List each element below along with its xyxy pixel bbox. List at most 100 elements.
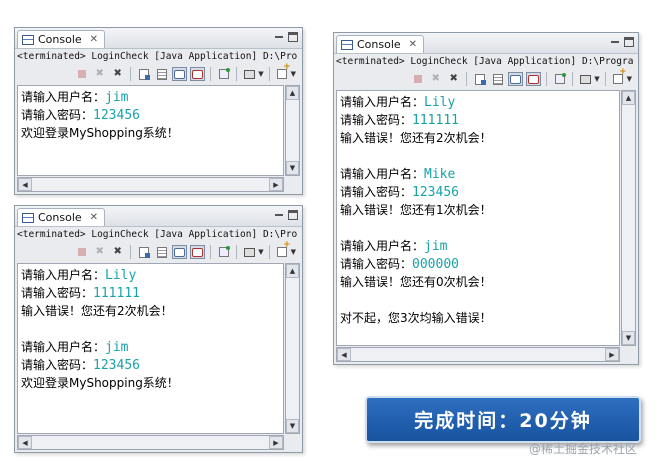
console-prompt-text: 请输入密码：: [340, 257, 413, 271]
clear-icon: [472, 72, 487, 86]
new-console-button[interactable]: [275, 241, 291, 259]
stop-button[interactable]: [74, 245, 89, 259]
console-prompt-text: 请输入用户名：: [340, 167, 425, 181]
console-line: 请输入密码：123456: [340, 183, 616, 201]
close-icon[interactable]: ✕: [90, 34, 98, 45]
toolbar-separator: [268, 67, 270, 81]
new-console-button[interactable]: [275, 63, 291, 81]
stop-button[interactable]: [410, 72, 425, 86]
scroll-lock-icon: [154, 67, 169, 81]
console-icon: [22, 34, 34, 45]
remove-all-button[interactable]: ✖: [110, 245, 125, 259]
console-prompt-text: 输入错误！您还有0次机会！: [340, 275, 492, 289]
dropdown-arrow-icon[interactable]: ▼: [291, 70, 296, 78]
show-out-button[interactable]: [172, 245, 188, 259]
console-panel: Console ✕ <terminated> LoginCheck [Java Ap…: [14, 205, 303, 453]
show-err-icon: [191, 246, 204, 258]
vertical-scrollbar[interactable]: ▲ ▼: [285, 263, 300, 434]
pin-button[interactable]: [216, 67, 231, 81]
console-line: 请输入用户名：Lily: [21, 266, 280, 284]
tab-console[interactable]: Console ✕: [17, 208, 106, 226]
minimize-button[interactable]: [274, 210, 284, 220]
console-input-value: jim: [105, 340, 129, 355]
clear-button[interactable]: [136, 245, 151, 259]
display-button[interactable]: [578, 72, 593, 86]
dropdown-arrow-icon[interactable]: ▼: [627, 75, 632, 83]
scroll-lock-button[interactable]: [154, 67, 169, 81]
console-line: 请输入用户名：jim: [21, 338, 280, 356]
console-prompt-text: 输入错误！您还有1次机会！: [340, 203, 492, 217]
toolbar-separator: [236, 245, 238, 259]
vertical-scrollbar[interactable]: ▲ ▼: [621, 90, 636, 346]
scroll-down-arrow[interactable]: ▼: [622, 331, 635, 345]
scroll-lock-button[interactable]: [490, 72, 505, 86]
show-out-button[interactable]: [172, 67, 188, 81]
console-output: 请输入用户名：Lily 请输入密码：111111 输入错误！您还有2次机会！ 请输入用…: [336, 90, 620, 346]
toolbar-separator: [210, 67, 212, 81]
console-status-line: <terminated> LoginCheck [Java Applicatio…: [17, 51, 298, 62]
scroll-down-arrow[interactable]: ▼: [286, 419, 299, 433]
tab-console[interactable]: Console ✕: [336, 35, 425, 53]
console-status-line: <terminated> LoginCheck [Java Applicatio…: [17, 229, 298, 240]
console-line: 欢迎登录MyShopping系统！: [21, 374, 280, 392]
scroll-lock-button[interactable]: [154, 245, 169, 259]
scroll-left-arrow[interactable]: ◀: [18, 178, 32, 191]
minimize-button[interactable]: [274, 32, 284, 42]
show-out-icon: [173, 246, 186, 258]
clear-button[interactable]: [472, 72, 487, 86]
console-line: 输入错误！您还有0次机会！: [340, 273, 616, 291]
stop-icon: [74, 245, 89, 259]
horizontal-scrollbar[interactable]: ◀ ▶: [336, 347, 620, 362]
console-prompt-text: 输入错误！您还有2次机会！: [21, 304, 173, 318]
remove-all-button[interactable]: ✖: [110, 67, 125, 81]
display-button[interactable]: [242, 245, 257, 259]
maximize-button[interactable]: [288, 32, 298, 42]
remove-all-button[interactable]: ✖: [446, 72, 461, 86]
remove-button[interactable]: ✖: [92, 67, 107, 81]
show-err-icon: [527, 73, 540, 85]
scroll-down-arrow[interactable]: ▼: [286, 161, 299, 175]
show-err-button[interactable]: [526, 72, 542, 86]
tab-console[interactable]: Console ✕: [17, 30, 106, 48]
console-input-value: 111111: [412, 113, 459, 128]
toolbar-separator: [268, 245, 270, 259]
show-err-button[interactable]: [190, 245, 206, 259]
scroll-right-arrow[interactable]: ▶: [269, 436, 283, 449]
close-icon[interactable]: ✕: [90, 212, 98, 223]
vertical-scrollbar[interactable]: ▲ ▼: [285, 85, 300, 176]
console-icon: [22, 212, 34, 223]
scroll-up-arrow[interactable]: ▲: [286, 264, 299, 278]
dropdown-arrow-icon[interactable]: ▼: [258, 70, 263, 78]
clear-button[interactable]: [136, 67, 151, 81]
horizontal-scrollbar[interactable]: ◀ ▶: [17, 177, 284, 192]
dropdown-arrow-icon[interactable]: ▼: [594, 75, 599, 83]
pin-button[interactable]: [552, 72, 567, 86]
maximize-button[interactable]: [624, 37, 634, 47]
scroll-up-arrow[interactable]: ▲: [286, 86, 299, 100]
maximize-button[interactable]: [288, 210, 298, 220]
stop-button[interactable]: [74, 67, 89, 81]
console-prompt-text: 请输入密码：: [340, 113, 413, 127]
clear-icon: [136, 245, 151, 259]
remove-all-icon: [110, 245, 125, 259]
close-icon[interactable]: ✕: [409, 39, 417, 50]
scroll-up-arrow[interactable]: ▲: [622, 91, 635, 105]
dropdown-arrow-icon[interactable]: ▼: [258, 248, 263, 256]
show-err-button[interactable]: [190, 67, 206, 81]
scroll-left-arrow[interactable]: ◀: [337, 348, 351, 361]
display-button[interactable]: [242, 67, 257, 81]
remove-button[interactable]: ✖: [428, 72, 443, 86]
scroll-right-arrow[interactable]: ▶: [269, 178, 283, 191]
clear-icon: [136, 67, 151, 81]
pin-button[interactable]: [216, 245, 231, 259]
new-console-button[interactable]: [611, 68, 627, 86]
scroll-left-arrow[interactable]: ◀: [18, 436, 32, 449]
console-line: 请输入密码：111111: [21, 284, 280, 302]
minimize-button[interactable]: [610, 37, 620, 47]
console-toolbar: ✖✖ ▼ ▼: [15, 241, 302, 261]
dropdown-arrow-icon[interactable]: ▼: [291, 248, 296, 256]
scroll-right-arrow[interactable]: ▶: [605, 348, 619, 361]
remove-button[interactable]: ✖: [92, 245, 107, 259]
show-out-button[interactable]: [508, 72, 524, 86]
horizontal-scrollbar[interactable]: ◀ ▶: [17, 435, 284, 450]
